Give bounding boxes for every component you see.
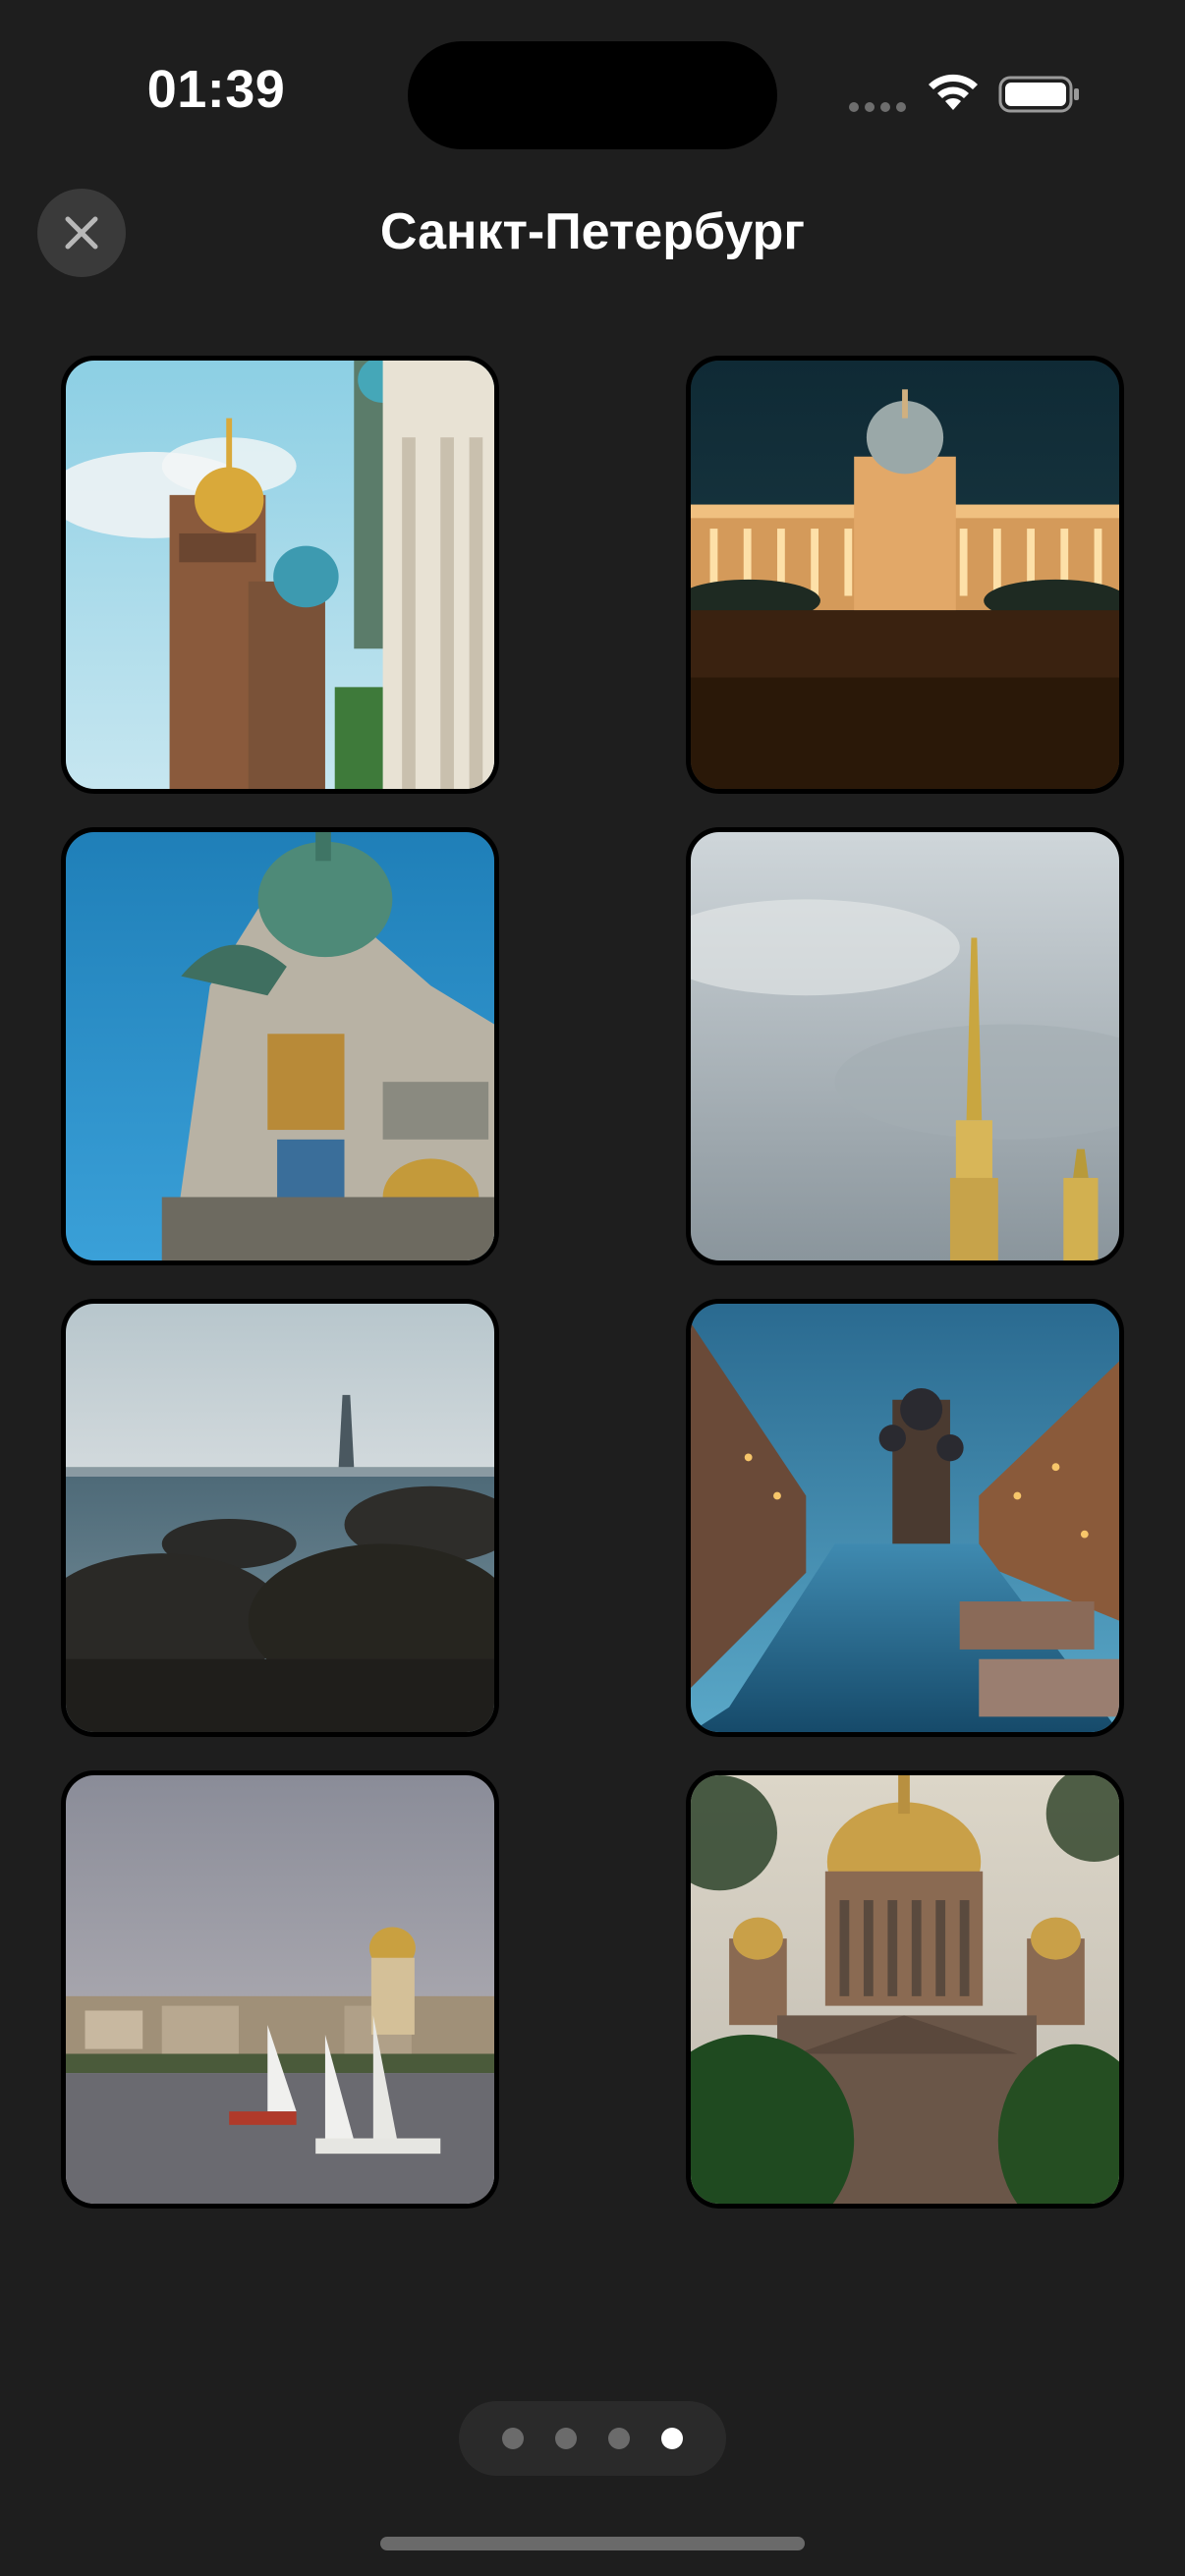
page-title: Санкт-Петербург: [379, 203, 806, 260]
home-indicator[interactable]: [380, 2537, 805, 2550]
page-dot-1[interactable]: [502, 2428, 524, 2449]
status-bar: 01:39: [0, 0, 1185, 187]
close-icon: [65, 216, 98, 250]
photo-peter-paul-spire[interactable]: [686, 827, 1124, 1265]
dynamic-island: [408, 41, 777, 149]
photo-singer-house[interactable]: [61, 827, 499, 1265]
page-dot-2[interactable]: [555, 2428, 577, 2449]
page-dot-3[interactable]: [608, 2428, 630, 2449]
battery-icon: [998, 76, 1079, 113]
status-time: 01:39: [146, 60, 286, 119]
page-indicator: [459, 2401, 726, 2476]
close-button[interactable]: [37, 189, 126, 277]
photo-kazan-cathedral-night[interactable]: [686, 356, 1124, 794]
photo-lakhta-center-sea[interactable]: [61, 1299, 499, 1737]
photo-st-isaacs-cathedral[interactable]: [686, 1770, 1124, 2209]
wifi-icon: [929, 74, 978, 110]
photo-church-savior-on-blood[interactable]: [61, 356, 499, 794]
cellular-signal-icon: [849, 102, 906, 112]
photo-griboedov-canal[interactable]: [686, 1299, 1124, 1737]
page-dot-4-active[interactable]: [661, 2428, 683, 2449]
photo-gallery-screen: 01:39 Санкт-Петербург: [0, 0, 1185, 2576]
photo-neva-sailboats[interactable]: [61, 1770, 499, 2209]
